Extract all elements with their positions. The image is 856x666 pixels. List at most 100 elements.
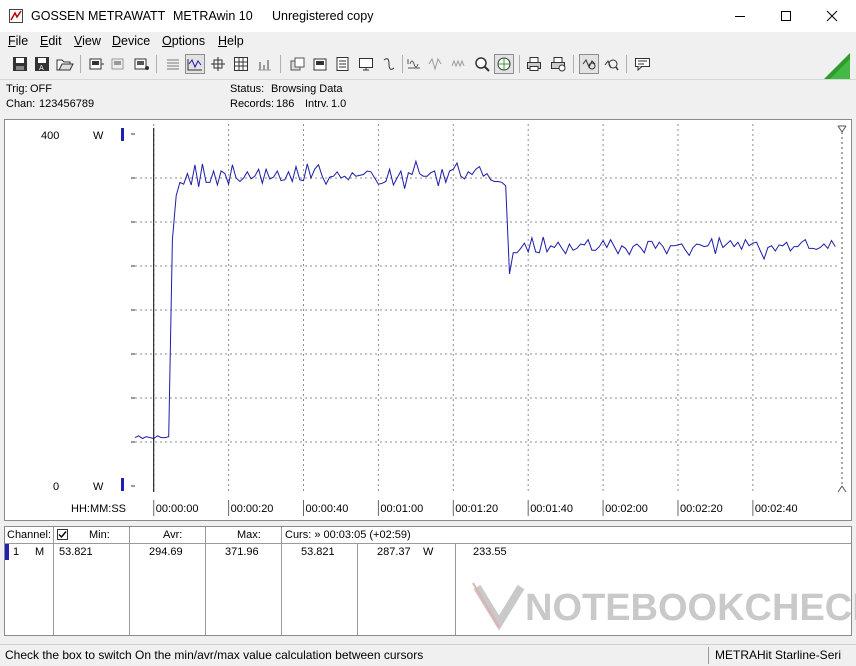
auto-scale-icon [582,59,596,70]
menu-view-label: iew [82,34,101,48]
intrv-value: 1.0 [331,98,347,110]
save-button[interactable] [10,54,30,74]
open-button[interactable] [55,54,75,74]
x-tick-labels: 00:00:00 00:00:20 00:00:40 00:01:00 00:01:20… [156,503,798,515]
records-value: 186 [276,98,295,110]
toolbar-separator [573,55,574,73]
save-icon [13,57,27,71]
menu-edit[interactable]: Edit [40,34,62,48]
y-top-label: 400 [41,130,59,142]
maximize-button[interactable] [764,0,808,32]
device-write-icon [111,58,124,70]
zoom-button[interactable] [472,54,492,74]
menu-bar: File Edit View Device Options Help [0,32,856,51]
right-cursor-marks [837,125,847,493]
list-view-button[interactable] [163,54,183,74]
list-view-icon [167,59,179,70]
toolbar-separator [80,55,81,73]
x-tick-label: 00:02:20 [680,503,723,515]
bar-view-icon [258,60,271,71]
power-trace [134,159,836,440]
wave3-button[interactable] [448,54,468,74]
watermark-text: NOTEBOOKCHECK [525,587,856,629]
cursor-view-button[interactable] [208,54,228,74]
y-bottom-label: 0 [53,481,59,493]
status-hint: Check the box to switch On the min/avr/m… [5,648,424,662]
table-view-button[interactable] [231,54,251,74]
menu-options[interactable]: Options [162,34,205,48]
avr-value: 294.69 [149,546,183,558]
avr-header: Avr: [163,527,183,543]
toolbar-separator [156,55,157,73]
table-view-icon [234,57,248,71]
auto-scale-button[interactable] [579,54,599,74]
menu-options-label: ptions [171,34,206,48]
print-setup-button[interactable] [310,54,330,74]
menu-file[interactable]: File [8,34,28,48]
device-read-icon [89,58,104,70]
right-cursor-mark [837,485,843,493]
print-setup-icon [313,58,327,71]
report-button[interactable] [333,54,353,74]
x-tick-label: 00:02:40 [755,503,798,515]
export-icon [290,57,305,71]
device-write-button[interactable] [108,54,128,74]
transfer-icon [383,58,395,70]
min-header: Min: [89,527,110,543]
row-mode: M [35,546,45,558]
bar-view-button[interactable] [254,54,274,74]
status-triangle-icon [824,53,850,79]
right-cursor-mark [837,125,843,133]
notebookcheck-logo-icon [472,582,525,631]
range-marker-bottom [121,478,124,491]
x-axis-label: HH:MM:SS [71,503,126,515]
device-settings-button[interactable] [131,54,151,74]
monitor-button[interactable] [356,54,376,74]
cursor-avg-value: 287.37 [377,546,411,558]
close-button[interactable] [810,0,854,32]
transfer-button[interactable] [379,54,399,74]
menu-file-label: ile [15,34,29,48]
export-button[interactable] [287,54,307,74]
stats-table: Channel: Min: Avr: Max: Curs: » 00:03:05… [4,526,856,636]
menu-help[interactable]: Help [218,34,244,48]
app-logo-icon [9,9,23,23]
status-bar: Check the box to switch On the min/avr/m… [0,644,856,666]
print-preview-button[interactable] [548,54,568,74]
intrv-label: Intrv. [305,98,329,110]
channel-color-marker [5,544,9,560]
close-icon [826,10,838,22]
menu-device[interactable]: Device [112,34,150,48]
wave2-button[interactable] [425,54,445,74]
menu-edit-label: dit [48,34,62,48]
graph-view-button[interactable] [185,54,205,74]
x-tick-label: 00:01:40 [530,503,573,515]
minimize-button[interactable] [718,0,762,32]
menu-help-label: elp [227,34,244,48]
wave2-icon [428,57,442,71]
zoom-fit-button[interactable] [494,54,514,74]
menu-device-accel: D [112,34,122,48]
chan-label: Chan: [6,98,36,110]
device-read-button[interactable] [86,54,106,74]
print-button[interactable] [524,54,544,74]
message-button[interactable] [633,54,653,74]
menu-view[interactable]: View [74,34,101,48]
status-label: Status: [230,83,265,95]
toolbar-separator [626,55,627,73]
range-marker-top [121,128,124,141]
chart-y-ticks [131,133,754,516]
col-divider [357,543,358,635]
chart-panel[interactable]: 400 W 0 W HH:MM:SS 00:00:00 00:00:20 00:00… [4,119,852,521]
minmax-checkbox[interactable] [57,529,68,540]
save-as-button[interactable]: A [32,54,52,74]
wave1-button[interactable] [404,54,424,74]
menu-view-accel: V [74,34,83,48]
maximize-icon [781,11,791,21]
zoom-out-button[interactable] [601,54,621,74]
print-icon [527,57,541,71]
power-chart[interactable]: 400 W 0 W HH:MM:SS 00:00:00 00:00:20 00:00… [5,120,851,520]
app-name: GOSSEN METRAWATT [31,9,166,23]
graph-view-icon [187,59,202,71]
svg-text:A: A [39,64,44,72]
